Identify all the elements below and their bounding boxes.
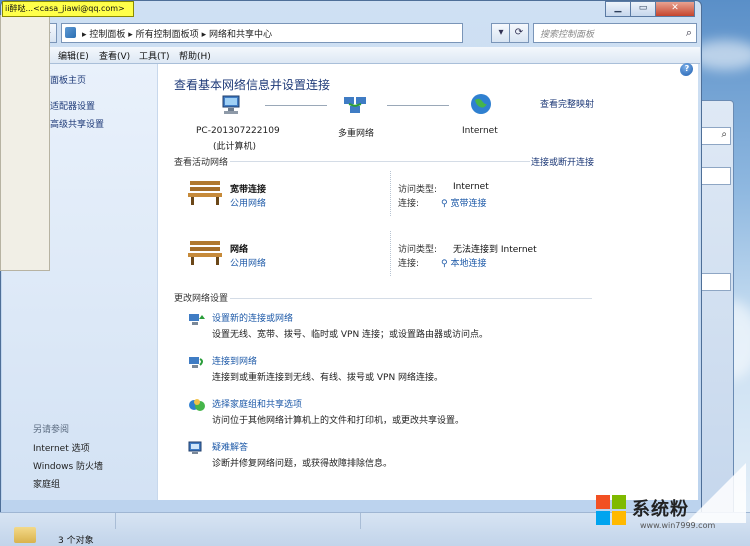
connect-network-icon — [189, 357, 203, 368]
network-divider — [390, 171, 391, 216]
troubleshoot-icon — [188, 441, 202, 454]
breadcrumb-item[interactable]: 控制面板 — [89, 30, 125, 40]
help-icon[interactable]: ? — [681, 63, 693, 75]
menu-edit[interactable]: 编辑(E) — [58, 49, 89, 62]
background-field — [699, 167, 731, 185]
search-placeholder: 搜索控制面板 — [540, 30, 595, 40]
access-type-key: 访问类型: — [398, 245, 438, 255]
task-desc: 诊断并修复网络问题，或获得故障排除信息。 — [212, 459, 393, 469]
breadcrumb-item[interactable]: 所有控制面板项 — [136, 30, 199, 40]
network-type-link[interactable]: 公用网络 — [230, 196, 266, 209]
internet-globe-icon — [471, 94, 491, 114]
bench-icon — [188, 181, 222, 205]
search-input[interactable]: 搜索控制面板 ⌕ — [533, 23, 697, 43]
window-controls: ▁ ▭ ✕ — [605, 1, 695, 17]
breadcrumb-item[interactable]: 网络和共享中心 — [209, 30, 272, 40]
connect-disconnect-link[interactable]: 连接或断开连接 — [531, 155, 594, 168]
status-divider — [115, 513, 116, 529]
access-type-value: Internet — [453, 182, 489, 192]
task-connect-network[interactable]: 连接到网络 — [212, 354, 257, 367]
close-button[interactable]: ✕ — [655, 1, 695, 17]
menu-bar: 编辑(E) 查看(V) 工具(T) 帮助(H) — [2, 47, 700, 64]
menu-help[interactable]: 帮助(H) — [179, 49, 211, 62]
see-also-homegroup[interactable]: 家庭组 — [33, 477, 60, 490]
network-name: 宽带连接 — [230, 185, 267, 195]
see-full-map-link[interactable]: 查看完整映射 — [540, 97, 594, 110]
overlay-panel — [0, 15, 50, 271]
background-search-box[interactable]: ⌕ — [699, 127, 731, 145]
see-also-title: 另请参阅 — [33, 425, 70, 435]
multiple-networks-label: 多重网络 — [338, 129, 375, 139]
access-type-key: 访问类型: — [398, 185, 438, 195]
task-troubleshoot[interactable]: 疑难解答 — [212, 440, 248, 453]
nav-control-panel-home[interactable]: 面板主页 — [50, 73, 86, 86]
watermark: 系统粉 www.win7999.com — [596, 463, 746, 543]
task-desc: 设置无线、宽带、拨号、临时或 VPN 连接；或设置路由器或访问点。 — [212, 330, 489, 340]
map-connector — [387, 105, 449, 106]
email-tooltip: ii醉哒...<casa_jiawi@qq.com> — [2, 1, 134, 17]
watermark-url: www.win7999.com — [640, 521, 716, 530]
change-settings-title: 更改网络设置 — [174, 294, 229, 304]
new-connection-icon — [189, 314, 205, 325]
task-setup-connection[interactable]: 设置新的连接或网络 — [212, 311, 293, 324]
pc-sub-label: (此计算机) — [213, 142, 257, 152]
task-homegroup-sharing[interactable]: 选择家庭组和共享选项 — [212, 397, 302, 410]
see-also-internet-options[interactable]: Internet 选项 — [33, 441, 90, 454]
section-divider — [230, 298, 592, 299]
see-also-windows-firewall[interactable]: Windows 防火墙 — [33, 459, 103, 472]
multiple-networks-icon — [344, 97, 366, 113]
connection-link[interactable]: ⚲ 本地连接 — [441, 256, 486, 269]
task-desc: 访问位于其他网络计算机上的文件和打印机，或更改共享设置。 — [212, 416, 465, 426]
menu-tools[interactable]: 工具(T) — [139, 49, 170, 62]
status-divider — [360, 513, 361, 529]
search-icon: ⌕ — [721, 129, 727, 140]
control-panel-icon — [65, 27, 76, 38]
object-count: 3 个对象 — [58, 536, 94, 546]
background-field — [699, 273, 731, 291]
network-type-link[interactable]: 公用网络 — [230, 256, 266, 269]
map-connector — [265, 105, 327, 106]
internet-label: Internet — [462, 126, 498, 136]
network-sharing-center-window: ▁ ▭ ✕ ◀ ▶ ▸ 控制面板 ▸ 所有控制面板项 ▸ 网络和共享中心 ▾ ⟳… — [0, 0, 702, 514]
section-divider — [230, 161, 530, 162]
page-title: 查看基本网络信息并设置连接 — [174, 78, 331, 92]
address-row: ◀ ▶ ▸ 控制面板 ▸ 所有控制面板项 ▸ 网络和共享中心 ▾ ⟳ 搜索控制面… — [13, 19, 697, 45]
windows-logo-icon — [596, 495, 626, 525]
watermark-brand: 系统粉 — [632, 499, 689, 520]
connections-key: 连接: — [398, 199, 420, 209]
homegroup-sharing-icon — [189, 399, 205, 411]
watermark-corner — [686, 463, 746, 523]
breadcrumb-sep-icon: ▸ — [128, 30, 136, 40]
computer-icon — [222, 95, 240, 114]
minimize-button[interactable]: ▁ — [605, 1, 631, 17]
nav-adapter-settings[interactable]: 适配器设置 — [50, 99, 95, 112]
maximize-button[interactable]: ▭ — [630, 1, 656, 17]
folder-icon — [14, 527, 36, 543]
main-content: ? 查看基本网络信息并设置连接 查看完整映射 PC-201307222109 (… — [158, 64, 698, 500]
bench-icon — [188, 241, 222, 265]
menu-view[interactable]: 查看(V) — [99, 49, 130, 62]
address-bar[interactable]: ▸ 控制面板 ▸ 所有控制面板项 ▸ 网络和共享中心 — [61, 23, 463, 43]
nav-advanced-sharing[interactable]: 高级共享设置 — [50, 117, 104, 130]
breadcrumb: ▸ 控制面板 ▸ 所有控制面板项 ▸ 网络和共享中心 — [82, 27, 272, 40]
pc-name-label: PC-201307222109 — [196, 126, 280, 136]
breadcrumb-sep-icon: ▸ — [201, 30, 209, 40]
network-divider — [390, 231, 391, 276]
search-icon[interactable]: ⌕ — [686, 26, 692, 40]
access-type-value: 无法连接到 Internet — [453, 245, 537, 255]
connection-link[interactable]: ⚲ 宽带连接 — [441, 196, 486, 209]
address-dropdown-button[interactable]: ▾ — [491, 23, 511, 43]
connections-key: 连接: — [398, 259, 420, 269]
task-desc: 连接到或重新连接到无线、有线、拨号或 VPN 网络连接。 — [212, 373, 444, 383]
active-networks-title: 查看活动网络 — [174, 158, 229, 168]
network-name: 网络 — [230, 245, 249, 255]
refresh-button[interactable]: ⟳ — [509, 23, 529, 43]
